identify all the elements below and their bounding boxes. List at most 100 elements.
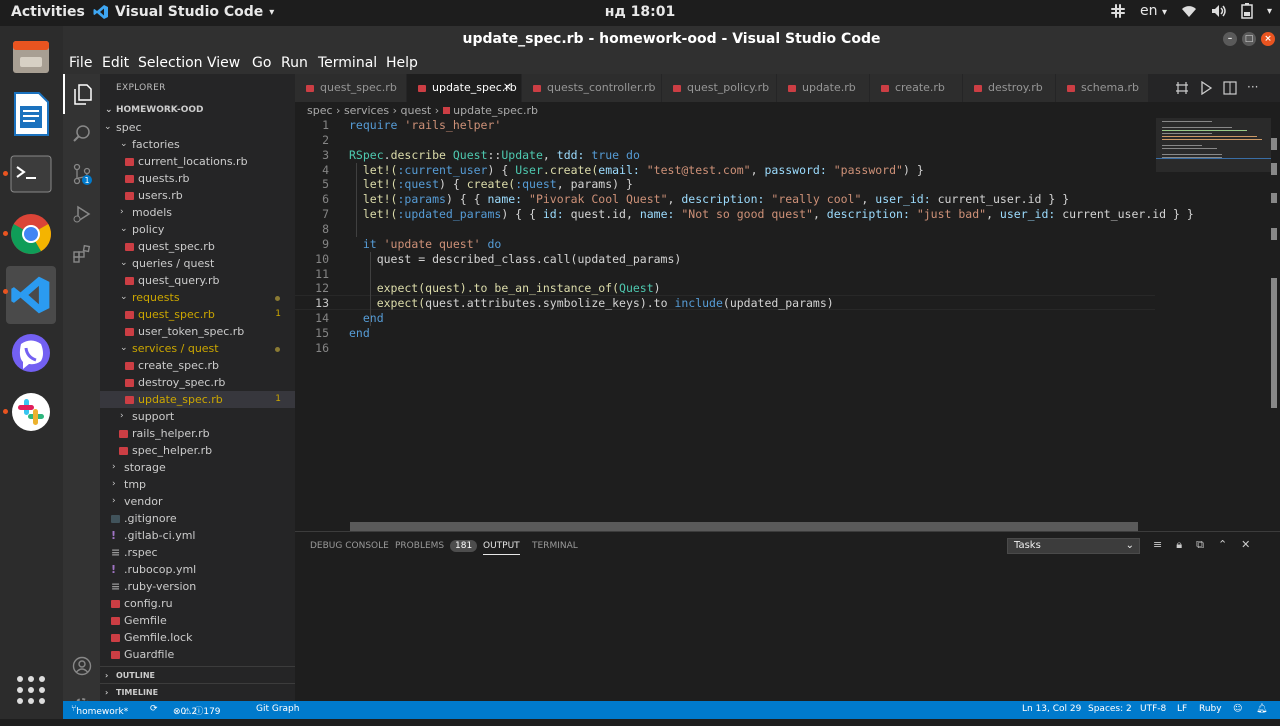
outline-section[interactable]: › OUTLINE [100,666,295,683]
editor-tab[interactable]: quests_controller.rb [522,74,662,102]
file-tree-file[interactable]: Gemfile.lock [100,629,295,646]
close-panel-icon[interactable]: ✕ [1241,538,1250,552]
timeline-section[interactable]: › TIMELINE [100,683,295,700]
menu-terminal[interactable]: Terminal [318,55,377,71]
breadcrumb-item[interactable]: spec [307,104,333,117]
file-tree-file[interactable]: quest_spec.rb 1 [100,306,295,323]
file-tree-file[interactable]: destroy_spec.rb [100,374,295,391]
tab-output[interactable]: OUTPUT [483,541,520,555]
file-tree-folder[interactable]: › vendor [100,493,295,510]
slack-tray-icon[interactable] [1110,3,1126,19]
file-tree-file[interactable]: ≡ .rspec [100,544,295,561]
file-tree-file[interactable]: ! .gitlab-ci.yml [100,527,295,544]
menu-file[interactable]: File [69,55,92,71]
file-tree-folder[interactable]: ⌄ factories [100,136,295,153]
dock-viber[interactable] [6,328,56,380]
dock-vscode[interactable] [3,266,56,324]
file-tree-file[interactable]: config.ru [100,595,295,612]
file-tree-file[interactable]: ! .rubocop.yml [100,561,295,578]
file-tree-file[interactable]: current_locations.rb [100,153,295,170]
language-mode[interactable]: Ruby [1199,704,1222,714]
output-channel-select[interactable]: Tasks ⌄ [1007,538,1140,554]
indentation-status[interactable]: Spaces: 2 [1088,704,1132,714]
menu-edit[interactable]: Edit [102,55,129,71]
file-tree-file[interactable]: users.rb [100,187,295,204]
activities-button[interactable]: Activities [11,4,85,20]
clear-output-icon[interactable]: ≡ [1153,538,1162,552]
system-tray[interactable]: en ▾ ▾ [1110,3,1272,19]
cursor-position[interactable]: Ln 13, Col 29 [1022,704,1081,714]
lock-icon[interactable]: 🔒︎ [1176,538,1182,552]
app-menu[interactable]: Visual Studio Code ▾ [93,4,274,20]
breadcrumb-item[interactable]: services [344,104,389,117]
sync-icon[interactable]: ⟳ [150,704,158,714]
editor-tab[interactable]: quest_policy.rb [662,74,777,102]
more-actions-icon[interactable]: ··· [1247,81,1258,95]
menu-help[interactable]: Help [386,55,418,71]
git-branch-status[interactable]: ⑂ homework* [71,704,128,717]
file-tree-file[interactable]: quests.rb [100,170,295,187]
minimize-button[interactable]: – [1223,32,1237,46]
wifi-icon[interactable] [1181,4,1197,18]
file-tree-file[interactable]: ≡ .ruby-version [100,578,295,595]
title-bar[interactable]: update_spec.rb - homework-ood - Visual S… [63,26,1280,52]
editor-vertical-scrollbar[interactable] [1269,118,1279,418]
eol-status[interactable]: LF [1177,704,1187,714]
file-tree-file[interactable]: .gitignore [100,510,295,527]
breadcrumb-item[interactable]: update_spec.rb [453,104,538,117]
dock-terminal[interactable] [3,148,56,200]
problems-status[interactable]: ⊗ 0 ⚠ 2 ⓘ 179 [173,704,221,717]
file-tree-folder[interactable]: › support [100,408,295,425]
editor-tab[interactable]: schema.rb [1056,74,1149,102]
file-tree-file[interactable]: spec_helper.rb [100,442,295,459]
language-indicator[interactable]: en ▾ [1140,3,1167,19]
file-tree-folder[interactable]: › storage [100,459,295,476]
file-tree-file[interactable]: quest_query.rb [100,272,295,289]
minimap[interactable] [1156,118,1271,538]
dock-chrome[interactable] [3,208,56,260]
maximize-button[interactable]: □ [1242,32,1256,46]
run-icon[interactable] [1199,81,1213,95]
menu-go[interactable]: Go [252,55,271,71]
file-tree-folder[interactable]: ⌄ spec [100,119,295,136]
editor-tab[interactable]: quest_spec.rb [295,74,407,102]
menu-run[interactable]: Run [281,55,308,71]
editor-tab[interactable]: destroy.rb [963,74,1056,102]
encoding-status[interactable]: UTF-8 [1140,704,1166,714]
volume-icon[interactable] [1211,4,1227,18]
file-tree-folder[interactable]: ⌄ requests [100,289,295,306]
git-graph-button[interactable]: Git Graph [256,704,299,714]
dock-writer[interactable] [6,88,56,140]
dock-slack[interactable] [3,386,56,438]
file-tree-folder[interactable]: ⌄ services / quest [100,340,295,357]
editor-tab[interactable]: update.rb [777,74,870,102]
file-tree-folder[interactable]: ⌄ queries / quest [100,255,295,272]
editor-horizontal-scrollbar[interactable] [350,522,1138,531]
file-tree-file[interactable]: rails_helper.rb [100,425,295,442]
file-tree-file[interactable]: update_spec.rb 1 [100,391,295,408]
menu-selection[interactable]: Selection [138,55,203,71]
menu-view[interactable]: View [207,55,240,71]
code-editor[interactable]: 1 require 'rails_helper' 2 3 RSpec.describe … [295,118,1194,548]
feedback-icon[interactable]: ☺ [1233,704,1242,714]
open-changes-icon[interactable] [1175,81,1189,95]
dock-files[interactable] [6,30,56,82]
show-applications[interactable] [6,664,56,716]
file-tree-folder[interactable]: › models [100,204,295,221]
editor-tab[interactable]: create.rb [870,74,963,102]
notifications-icon[interactable]: 🔔︎ [1256,704,1267,714]
explorer-activity[interactable] [63,74,100,114]
tab-terminal[interactable]: TERMINAL [532,541,578,551]
close-tab-icon[interactable]: × [503,80,512,93]
project-root[interactable]: ⌄ HOMEWORK-OOD [100,102,295,119]
file-tree-folder[interactable]: ⌄ policy [100,221,295,238]
run-debug-activity[interactable] [63,194,100,234]
search-activity[interactable] [63,114,100,154]
file-tree-file[interactable]: create_spec.rb [100,357,295,374]
file-tree-file[interactable]: quest_spec.rb [100,238,295,255]
source-control-activity[interactable]: 1 [63,154,100,194]
extensions-activity[interactable] [63,234,100,274]
split-editor-icon[interactable] [1223,81,1237,95]
chevron-down-icon[interactable]: ▾ [1267,6,1272,17]
file-tree-file[interactable]: Guardfile [100,646,295,663]
